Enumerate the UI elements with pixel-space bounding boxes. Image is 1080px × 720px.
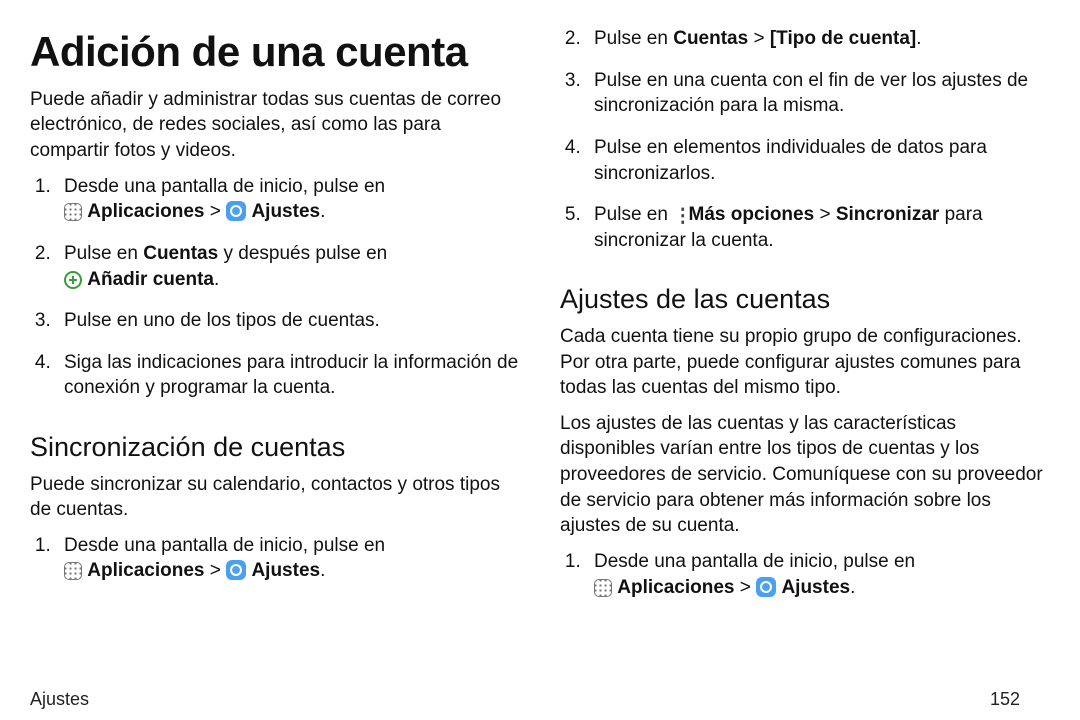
apps-icon [64, 562, 82, 580]
sync-step-2: Pulse en Cuentas > [Tipo de cuenta]. [586, 26, 1050, 52]
aplicaciones-label: Aplicaciones [617, 577, 734, 598]
ajustes-label: Ajustes [781, 577, 850, 598]
account-settings-steps: Desde una pantalla de inicio, pulse en A… [560, 549, 1050, 600]
sync-heading: Sincronización de cuentas [30, 429, 520, 465]
footer-section: Ajustes [30, 689, 990, 710]
separator: > [753, 28, 769, 49]
apps-icon [594, 579, 612, 597]
aplicaciones-label: Aplicaciones [87, 201, 204, 222]
cuentas-label: Cuentas [143, 243, 218, 264]
separator: > [819, 204, 835, 225]
main-steps: Desde una pantalla de inicio, pulse en A… [30, 174, 520, 401]
separator: > [210, 201, 226, 222]
main-step-1: Desde una pantalla de inicio, pulse en A… [56, 174, 520, 225]
sync-steps-right: Pulse en Cuentas > [Tipo de cuenta]. Pul… [560, 26, 1050, 253]
account-settings-p2: Los ajustes de las cuentas y las caracte… [560, 411, 1050, 539]
page-title: Adición de una cuenta [30, 24, 520, 81]
main-step-3: Pulse en uno de los tipos de cuentas. [56, 308, 520, 334]
tipo-cuenta-label: [Tipo de cuenta] [770, 28, 916, 49]
main-step-4: Siga las indicaciones para introducir la… [56, 350, 520, 401]
separator: > [740, 577, 756, 598]
footer-page-number: 152 [990, 689, 1050, 710]
separator: > [210, 560, 226, 581]
ajustes-label: Ajustes [251, 560, 320, 581]
settings-icon [226, 560, 246, 580]
right-column: Pulse en Cuentas > [Tipo de cuenta]. Pul… [560, 20, 1050, 681]
aplicaciones-label: Aplicaciones [87, 560, 204, 581]
sync-step-4: Pulse en elementos individuales de datos… [586, 135, 1050, 186]
account-settings-step-1: Desde una pantalla de inicio, pulse en A… [586, 549, 1050, 600]
anadir-cuenta-label: Añadir cuenta [87, 269, 214, 290]
add-icon [64, 271, 82, 289]
settings-icon [226, 201, 246, 221]
sync-step-5: Pulse en ⋮ Más opciones > Sincronizar pa… [586, 202, 1050, 253]
main-step-2: Pulse en Cuentas y después pulse en Añad… [56, 241, 520, 292]
sincronizar-label: Sincronizar [836, 204, 939, 225]
ajustes-label: Ajustes [251, 201, 320, 222]
left-column: Adición de una cuenta Puede añadir y adm… [30, 20, 520, 681]
intro-text: Puede añadir y administrar todas sus cue… [30, 87, 520, 164]
sync-intro: Puede sincronizar su calendario, contact… [30, 472, 520, 523]
mas-opciones-label: Más opciones [689, 204, 815, 225]
page-footer: Ajustes 152 [30, 681, 1050, 710]
sync-step-1: Desde una pantalla de inicio, pulse en A… [56, 533, 520, 584]
apps-icon [64, 203, 82, 221]
more-options-icon: ⋮ [673, 212, 683, 222]
sync-steps-left: Desde una pantalla de inicio, pulse en A… [30, 533, 520, 584]
settings-icon [756, 577, 776, 597]
account-settings-heading: Ajustes de las cuentas [560, 281, 1050, 317]
sync-step-3: Pulse en una cuenta con el fin de ver lo… [586, 68, 1050, 119]
cuentas-label: Cuentas [673, 28, 748, 49]
account-settings-p1: Cada cuenta tiene su propio grupo de con… [560, 324, 1050, 401]
